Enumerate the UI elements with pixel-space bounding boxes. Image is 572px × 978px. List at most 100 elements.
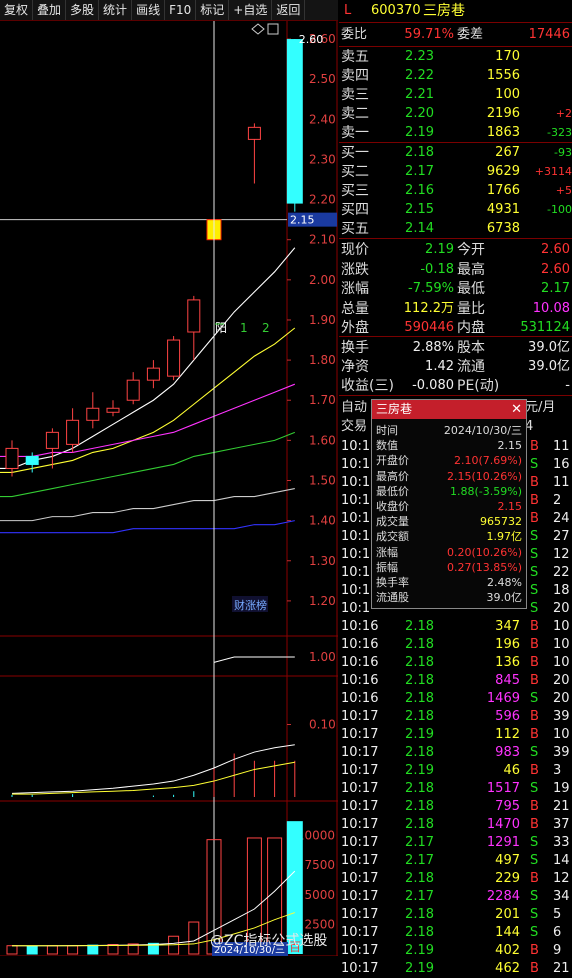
tick-row[interactable]: 10:17 2.18 1517 S 19 bbox=[339, 780, 572, 798]
weicha-value: 17446 bbox=[528, 27, 570, 42]
asks-chg: +2 bbox=[555, 107, 572, 120]
toolbar-button[interactable]: 标记 bbox=[196, 0, 230, 20]
bids-row[interactable]: 买五 2.14 6738 bbox=[339, 220, 572, 238]
indicator-tick-label: 1.00 bbox=[309, 650, 336, 664]
tick-time: 10:1 bbox=[341, 547, 371, 562]
ma-line-5 bbox=[0, 487, 295, 522]
toolbar-button[interactable]: +自选 bbox=[229, 0, 273, 20]
tick-row[interactable]: 10:17 2.17 2284 S 34 bbox=[339, 888, 572, 906]
cursor-price-label: 2.15 bbox=[290, 214, 315, 227]
tick-row[interactable]: 10:16 2.18 347 B 10 bbox=[339, 618, 572, 636]
tick-side: B bbox=[530, 727, 539, 742]
tick-time: 10:1 bbox=[341, 511, 371, 526]
asks-row[interactable]: 卖二 2.20 2196 +2 bbox=[339, 105, 572, 123]
tick-row[interactable]: 10:17 2.18 229 B 12 bbox=[339, 870, 572, 888]
bids-row[interactable]: 买一 2.18 267 -93 bbox=[339, 144, 572, 162]
tick-time: 10:16 bbox=[341, 637, 379, 652]
asks-price: 2.22 bbox=[405, 68, 434, 83]
toolbar-button[interactable]: F10 bbox=[165, 0, 197, 20]
tick-row[interactable]: 10:16 2.18 845 B 20 bbox=[339, 672, 572, 690]
quote-v1: -0.18 bbox=[420, 261, 454, 277]
tick-side: B bbox=[530, 943, 539, 958]
candle-body bbox=[66, 419, 80, 445]
bids-price: 2.14 bbox=[405, 221, 434, 236]
tick-row[interactable]: 10:17 2.18 795 B 21 bbox=[339, 798, 572, 816]
trade-label[interactable]: 交易 bbox=[341, 418, 367, 436]
tick-vol: 136 bbox=[495, 655, 520, 670]
tick-time: 10:17 bbox=[341, 853, 379, 868]
quote-l2: 最高 bbox=[457, 261, 485, 278]
popup-key: 流通股 bbox=[376, 591, 409, 605]
popup-value: 2.15(10.26%) bbox=[446, 469, 522, 483]
candle-body bbox=[126, 379, 140, 401]
tick-row[interactable]: 10:16 2.18 196 B 10 bbox=[339, 636, 572, 654]
tick-row[interactable]: 10:17 2.17 497 S 14 bbox=[339, 852, 572, 870]
tick-price: 2.19 bbox=[405, 727, 434, 742]
tick-row[interactable]: 10:17 2.18 1470 B 37 bbox=[339, 816, 572, 834]
tick-side: B bbox=[530, 961, 539, 976]
bids-row[interactable]: 买三 2.16 1766 +5 bbox=[339, 182, 572, 200]
candle-body bbox=[286, 39, 303, 204]
tick-row[interactable]: 10:17 2.18 144 S 6 bbox=[339, 924, 572, 942]
close-icon[interactable]: ✕ bbox=[511, 400, 522, 419]
tick-row[interactable]: 10:17 2.18 983 S 39 bbox=[339, 744, 572, 762]
tick-side: S bbox=[530, 745, 539, 760]
toolbar-button[interactable]: 多股 bbox=[66, 0, 100, 20]
price-tick-label: 2.50 bbox=[309, 72, 336, 86]
tick-vol: 201 bbox=[495, 907, 520, 922]
tick-row[interactable]: 10:17 2.18 596 B 39 bbox=[339, 708, 572, 726]
asks-chg: -323 bbox=[547, 126, 572, 139]
volume-tick-label: 7500 bbox=[304, 858, 335, 872]
tick-row[interactable]: 10:17 2.19 46 B 3 bbox=[339, 762, 572, 780]
tick-time: 10:17 bbox=[341, 799, 379, 814]
tick-row[interactable]: 10:17 2.19 462 B 21 bbox=[339, 960, 572, 978]
popup-row: 开盘价 2.10(7.69%) bbox=[372, 454, 526, 468]
asks-row[interactable]: 卖一 2.19 1863 -323 bbox=[339, 124, 572, 142]
bids-price: 2.17 bbox=[405, 164, 434, 179]
toolbar-button[interactable]: 复权 bbox=[0, 0, 34, 20]
tick-row[interactable]: 10:17 2.17 1291 S 33 bbox=[339, 834, 572, 852]
candle-body bbox=[167, 339, 181, 377]
bids-row[interactable]: 买二 2.17 9629 +3114 bbox=[339, 163, 572, 181]
tick-side: S bbox=[530, 889, 539, 904]
tick-side: B bbox=[530, 511, 539, 526]
kline-chart[interactable]: 2.60 2.50 2.40 2.30 2.20 2.10 2.00 1.90 1.80 1.70… bbox=[0, 21, 338, 956]
tick-side: S bbox=[530, 853, 539, 868]
toolbar-button[interactable]: 统计 bbox=[99, 0, 133, 20]
tick-row[interactable]: 10:17 2.18 201 S 5 bbox=[339, 906, 572, 924]
popup-value: 2.15 bbox=[497, 500, 523, 513]
asks-vol: 2196 bbox=[486, 106, 520, 121]
popup-key: 涨幅 bbox=[376, 545, 398, 559]
tick-row[interactable]: 10:16 2.18 136 B 10 bbox=[339, 654, 572, 672]
popup-key: 数值 bbox=[376, 439, 398, 453]
price-tick-label: 1.50 bbox=[309, 474, 336, 488]
quote-v2: 2.60 bbox=[541, 261, 570, 277]
tick-time: 10:1 bbox=[341, 475, 371, 490]
toolbar-button[interactable]: 叠加 bbox=[33, 0, 67, 20]
asks-row[interactable]: 卖三 2.21 100 bbox=[339, 86, 572, 104]
auto-label[interactable]: 自动 bbox=[341, 399, 367, 417]
chart-toolbar: 复权 叠加 多股 统计 画线 F10 标记 +自选 返回 bbox=[0, 0, 338, 21]
tick-price: 2.18 bbox=[405, 745, 434, 760]
tick-n: 21 bbox=[553, 961, 570, 976]
tick-row[interactable]: 10:17 2.19 112 B 10 bbox=[339, 726, 572, 744]
asks-row[interactable]: 卖四 2.22 1556 bbox=[339, 67, 572, 85]
divider bbox=[339, 142, 572, 143]
asks-row[interactable]: 卖五 2.23 170 bbox=[339, 48, 572, 66]
tick-vol: 1517 bbox=[486, 781, 520, 796]
tick-row[interactable]: 10:16 2.18 1469 S 20 bbox=[339, 690, 572, 708]
popup-key: 成交额 bbox=[376, 530, 409, 544]
volume-bar bbox=[6, 945, 18, 955]
tick-vol: 845 bbox=[495, 673, 520, 688]
tick-row[interactable]: 10:17 2.19 402 B 9 bbox=[339, 942, 572, 960]
toolbar-button[interactable]: 返回 bbox=[272, 0, 306, 20]
tick-n: 9 bbox=[553, 943, 562, 958]
bids-row[interactable]: 买四 2.15 4931 -100 bbox=[339, 201, 572, 219]
tick-side: B bbox=[530, 673, 539, 688]
tick-n: 22 bbox=[553, 565, 570, 580]
popup-row: 时间 2024/10/30/三 bbox=[372, 424, 526, 438]
indicator-line-2 bbox=[12, 761, 295, 795]
price-tick-label: 2.40 bbox=[309, 112, 336, 126]
tick-n: 34 bbox=[553, 889, 570, 904]
toolbar-button[interactable]: 画线 bbox=[132, 0, 166, 20]
